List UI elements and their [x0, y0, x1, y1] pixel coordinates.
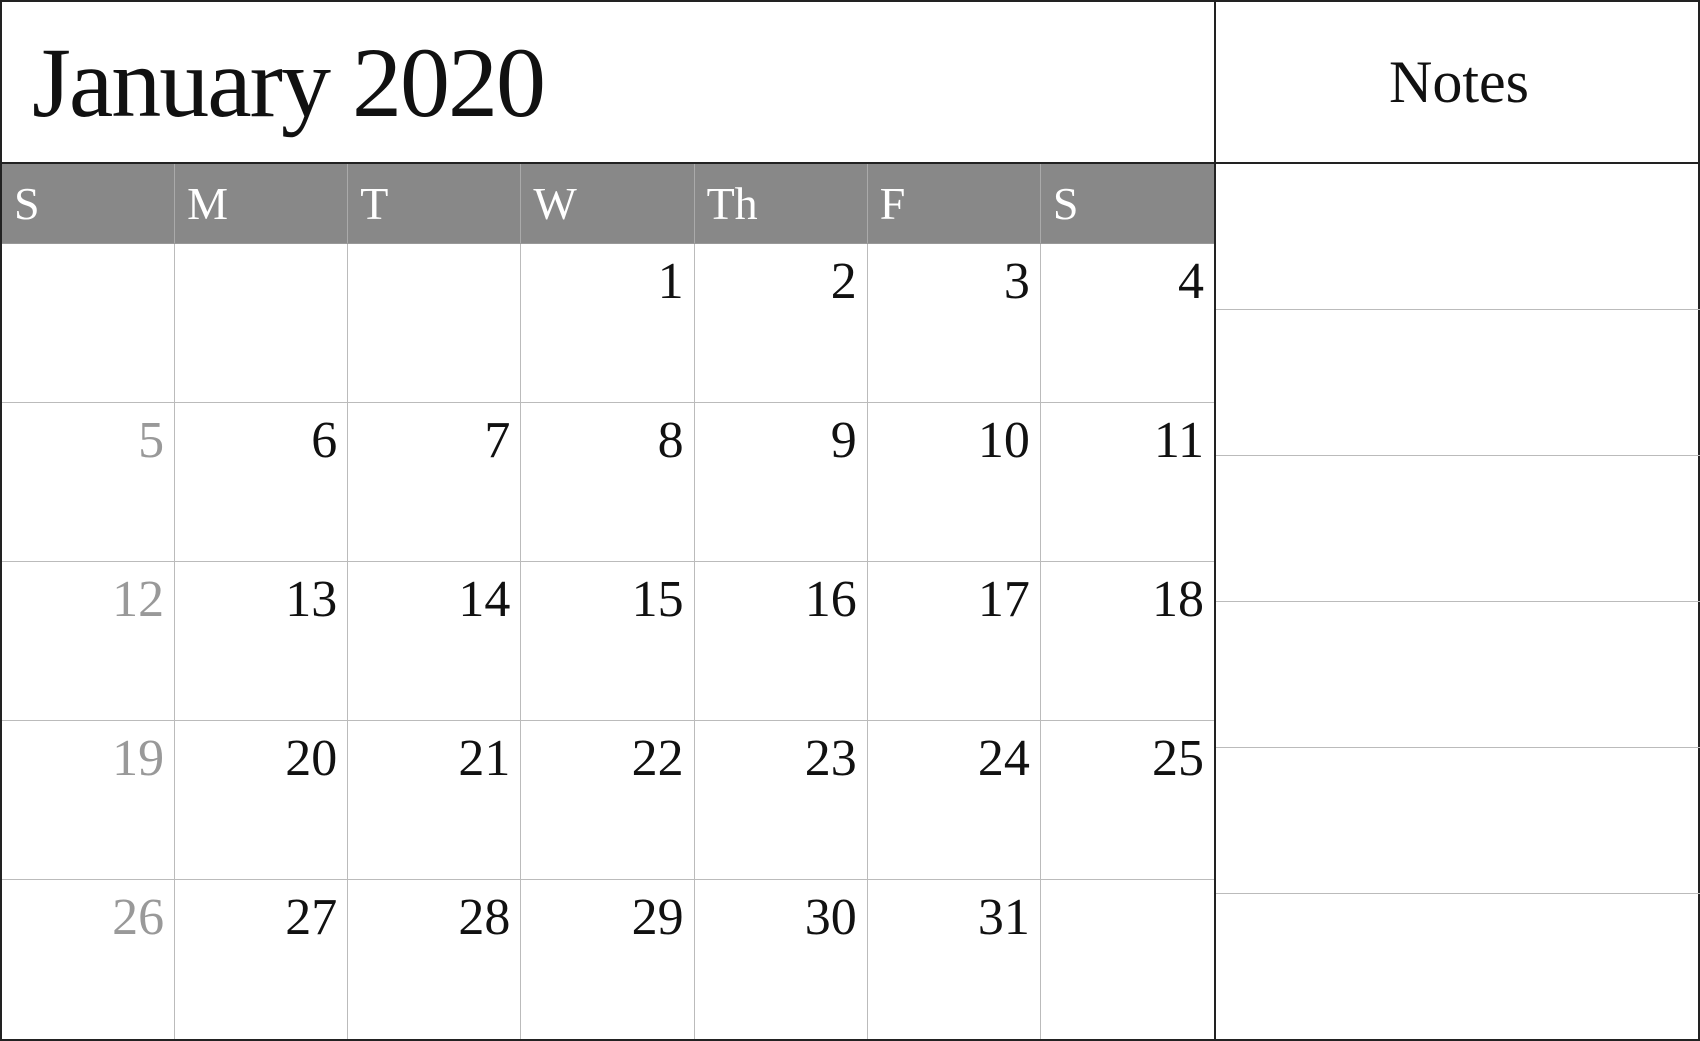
notes-title: Notes: [1389, 48, 1529, 117]
calendar-cell: 16: [695, 562, 868, 720]
notes-line-6[interactable]: [1216, 894, 1700, 1039]
calendar-header: January 2020: [2, 2, 1214, 164]
notes-lines[interactable]: [1216, 164, 1700, 1039]
calendar-grid: 1234567891011121314151617181920212223242…: [2, 244, 1214, 1039]
calendar-cell: 30: [695, 880, 868, 1039]
calendar-cell: 26: [2, 880, 175, 1039]
calendar-cell: 1: [521, 244, 694, 402]
day-header-mon: M: [175, 164, 348, 243]
calendar-cell: 18: [1041, 562, 1214, 720]
calendar-cell: 24: [868, 721, 1041, 879]
calendar-cell: 14: [348, 562, 521, 720]
calendar-title: January 2020: [32, 25, 544, 140]
notes-line-4[interactable]: [1216, 602, 1700, 748]
notes-panel: Notes: [1216, 2, 1700, 1039]
calendar-cell: 29: [521, 880, 694, 1039]
notes-line-1[interactable]: [1216, 164, 1700, 310]
calendar-week-1: 1234: [2, 244, 1214, 403]
calendar-cell: [348, 244, 521, 402]
calendar-cell: 4: [1041, 244, 1214, 402]
calendar-cell: 20: [175, 721, 348, 879]
day-header-thu: Th: [695, 164, 868, 243]
calendar-cell: 2: [695, 244, 868, 402]
day-header-wed: W: [521, 164, 694, 243]
calendar-cell: 23: [695, 721, 868, 879]
calendar-cell: [1041, 880, 1214, 1039]
calendar-cell: 22: [521, 721, 694, 879]
notes-header: Notes: [1216, 2, 1700, 164]
calendar-main: January 2020 S M T W Th F S 123456789101…: [2, 2, 1216, 1039]
calendar-cell: 28: [348, 880, 521, 1039]
calendar-cell: 9: [695, 403, 868, 561]
calendar-cell: [2, 244, 175, 402]
calendar-cell: 6: [175, 403, 348, 561]
calendar-cell: 15: [521, 562, 694, 720]
calendar-cell: 8: [521, 403, 694, 561]
calendar-cell: [175, 244, 348, 402]
calendar-cell: 19: [2, 721, 175, 879]
day-header-fri: F: [868, 164, 1041, 243]
calendar-week-4: 19202122232425: [2, 721, 1214, 880]
calendar-week-3: 12131415161718: [2, 562, 1214, 721]
notes-line-3[interactable]: [1216, 456, 1700, 602]
calendar-cell: 12: [2, 562, 175, 720]
calendar-cell: 13: [175, 562, 348, 720]
calendar-cell: 10: [868, 403, 1041, 561]
calendar-week-2: 567891011: [2, 403, 1214, 562]
calendar-wrapper: January 2020 S M T W Th F S 123456789101…: [0, 0, 1700, 1041]
day-header-sun: S: [2, 164, 175, 243]
calendar-cell: 17: [868, 562, 1041, 720]
day-header-sat: S: [1041, 164, 1214, 243]
calendar-cell: 27: [175, 880, 348, 1039]
calendar-cell: 11: [1041, 403, 1214, 561]
calendar-cell: 21: [348, 721, 521, 879]
calendar-week-5: 262728293031: [2, 880, 1214, 1039]
notes-line-5[interactable]: [1216, 748, 1700, 894]
calendar-cell: 31: [868, 880, 1041, 1039]
calendar-cell: 3: [868, 244, 1041, 402]
calendar-cell: 25: [1041, 721, 1214, 879]
day-header-tue: T: [348, 164, 521, 243]
notes-line-2[interactable]: [1216, 310, 1700, 456]
calendar-cell: 5: [2, 403, 175, 561]
day-headers-row: S M T W Th F S: [2, 164, 1214, 244]
calendar-cell: 7: [348, 403, 521, 561]
